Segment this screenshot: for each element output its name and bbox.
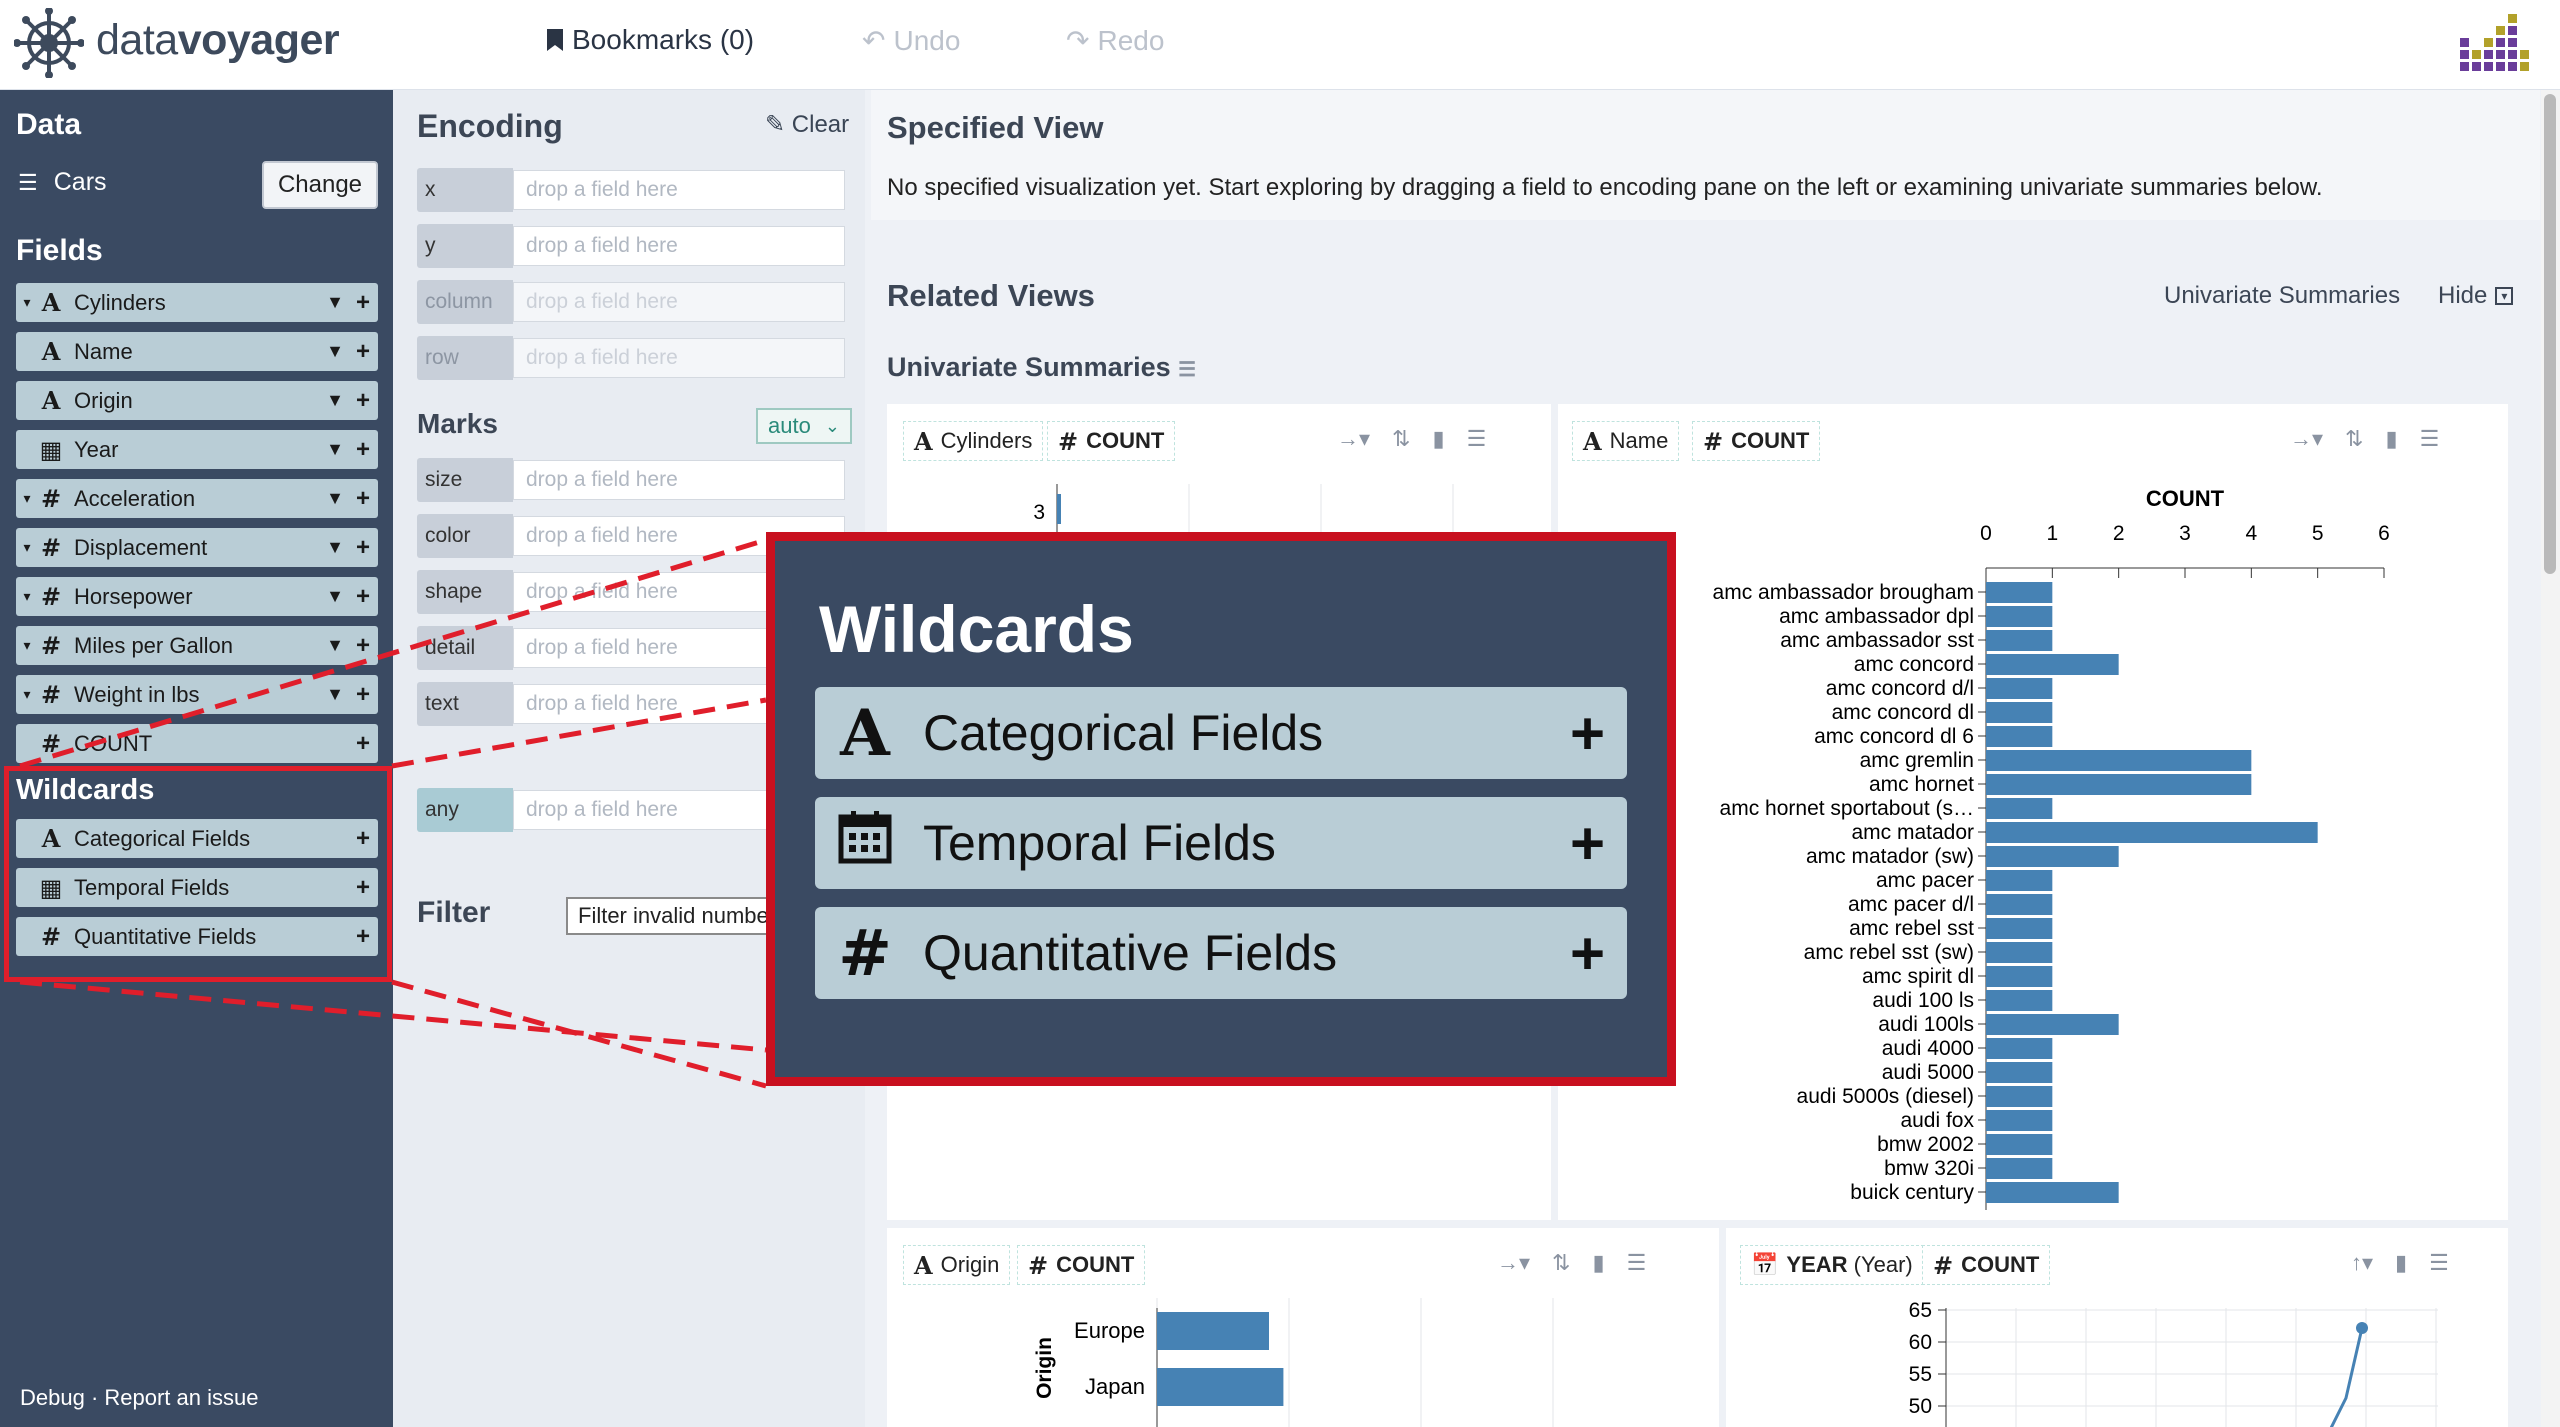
- calendar-icon: [815, 806, 915, 881]
- wildcards-zoom-callout: Wildcards A Categorical Fields + Temporal …: [766, 532, 1676, 1086]
- categorical-icon: A: [840, 695, 890, 771]
- zoom-categorical-fields[interactable]: A Categorical Fields +: [815, 687, 1627, 779]
- quantitative-icon: #: [838, 915, 892, 991]
- zoom-temporal-fields[interactable]: Temporal Fields +: [815, 797, 1627, 889]
- plus-icon[interactable]: +: [1570, 699, 1605, 768]
- zoom-item-label: Quantitative Fields: [923, 925, 1338, 981]
- zoom-item-label: Temporal Fields: [923, 815, 1276, 871]
- zoom-quantitative-fields[interactable]: # Quantitative Fields +: [815, 907, 1627, 999]
- zoom-title: Wildcards: [819, 592, 1134, 666]
- plus-icon[interactable]: +: [1570, 809, 1605, 878]
- zoom-item-label: Categorical Fields: [923, 705, 1324, 761]
- plus-icon[interactable]: +: [1570, 919, 1605, 988]
